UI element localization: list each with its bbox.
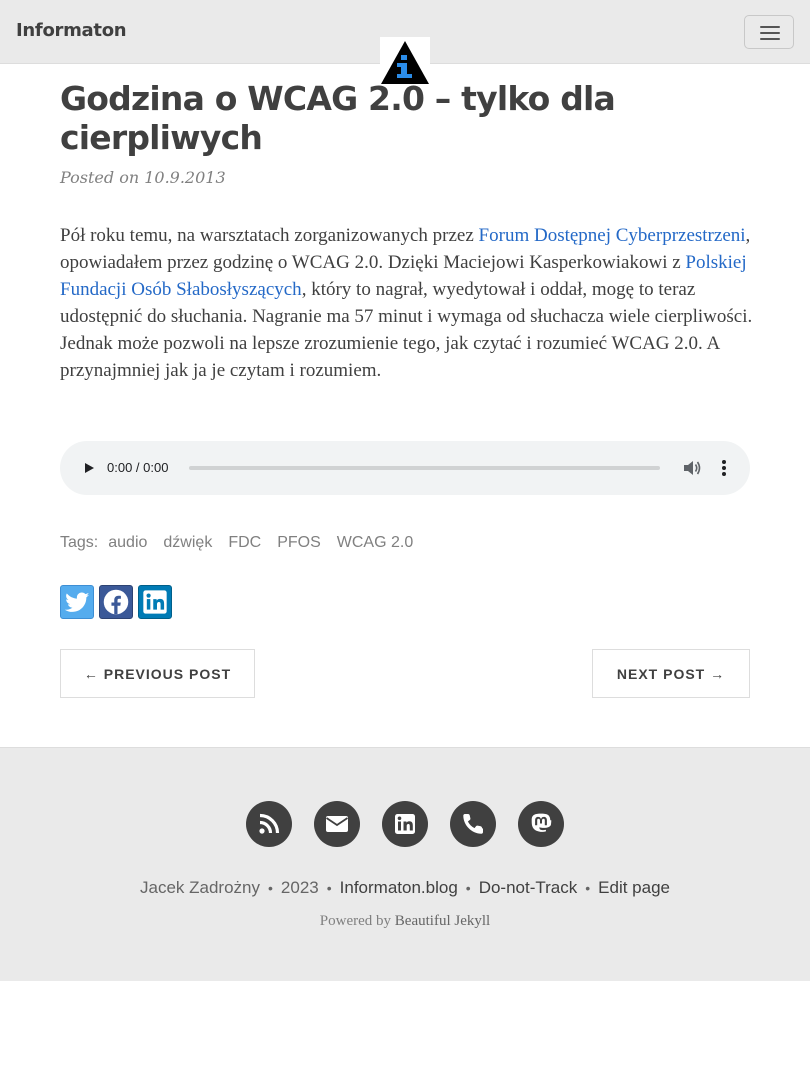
share-linkedin-button[interactable]: [138, 585, 172, 619]
post-title: Godzina o WCAG 2.0 – tylko dla cierpliwy…: [60, 79, 616, 157]
footer-edit-page-link[interactable]: Edit page: [598, 878, 670, 897]
rss-link[interactable]: [246, 801, 292, 847]
mastodon-icon: [531, 813, 552, 832]
audio-seek-bar[interactable]: [189, 466, 660, 470]
twitter-icon: [64, 592, 90, 612]
footer-social-links: [246, 801, 586, 847]
powered-by: Powered by Beautiful Jekyll: [0, 913, 810, 930]
separator-dot: •: [585, 880, 591, 896]
audio-time: 0:00 / 0:00: [107, 460, 169, 475]
footer-year: 2023: [280, 878, 319, 897]
separator-dot: •: [326, 880, 332, 896]
site-brand[interactable]: Informaton: [16, 20, 127, 41]
share-buttons: [60, 585, 177, 619]
phone-icon: [463, 814, 483, 834]
hamburger-icon-bar: [760, 32, 780, 34]
hamburger-icon: [760, 26, 780, 28]
separator-dot: •: [465, 880, 471, 896]
footer-info-line: Jacek Zadrożny • 2023 • Informaton.blog • Do-n…: [0, 878, 810, 898]
hamburger-icon-bar: [760, 38, 780, 40]
linkedin-link[interactable]: [382, 801, 428, 847]
tags-row: Tags: audio dźwięk FDC PFOS WCAG 2.0: [60, 534, 429, 552]
footer-site-link[interactable]: Informaton.blog: [340, 878, 458, 897]
phone-link[interactable]: [450, 801, 496, 847]
tag-link[interactable]: dźwięk: [163, 534, 212, 552]
previous-post-button[interactable]: ← PREVIOUS POST: [60, 649, 255, 698]
footer-dnt-link[interactable]: Do-not-Track: [479, 878, 578, 897]
tag-link[interactable]: PFOS: [277, 534, 321, 552]
powered-by-prefix: Powered by: [319, 913, 392, 929]
email-link[interactable]: [314, 801, 360, 847]
facebook-icon: [103, 589, 129, 615]
site-logo[interactable]: [380, 37, 430, 85]
link-forum-dostepnej-cyberprzestrzeni[interactable]: Forum Dostępnej Cyberprzestrzeni: [479, 225, 746, 246]
share-twitter-button[interactable]: [60, 585, 94, 619]
footer-author: Jacek Zadrożny: [140, 878, 260, 897]
linkedin-icon: [143, 590, 167, 614]
post-date: Posted on 10.9.2013: [60, 168, 226, 187]
more-options-icon[interactable]: [716, 458, 732, 478]
volume-icon[interactable]: [682, 459, 702, 477]
mastodon-link[interactable]: [518, 801, 564, 847]
menu-toggle-button[interactable]: [744, 15, 794, 49]
rss-icon: [259, 813, 280, 834]
tag-link[interactable]: FDC: [228, 534, 261, 552]
separator-dot: •: [268, 880, 273, 896]
post-body: Pół roku temu, na warsztatach zorganizow…: [60, 222, 755, 384]
next-post-button[interactable]: NEXT POST →: [592, 649, 750, 698]
audio-player: 0:00 / 0:00: [60, 441, 750, 495]
envelope-icon: [326, 816, 348, 832]
beautiful-jekyll-link[interactable]: Beautiful Jekyll: [395, 913, 490, 929]
play-icon[interactable]: [81, 460, 97, 476]
linkedin-icon: [395, 814, 415, 834]
tag-link[interactable]: audio: [108, 534, 147, 552]
footer: Jacek Zadrożny • 2023 • Informaton.blog • Do-n…: [0, 747, 810, 981]
tag-link[interactable]: WCAG 2.0: [337, 534, 413, 552]
share-facebook-button[interactable]: [99, 585, 133, 619]
tags-label: Tags:: [60, 534, 99, 551]
body-text: Pół roku temu, na warsztatach zorganizow…: [60, 225, 479, 246]
